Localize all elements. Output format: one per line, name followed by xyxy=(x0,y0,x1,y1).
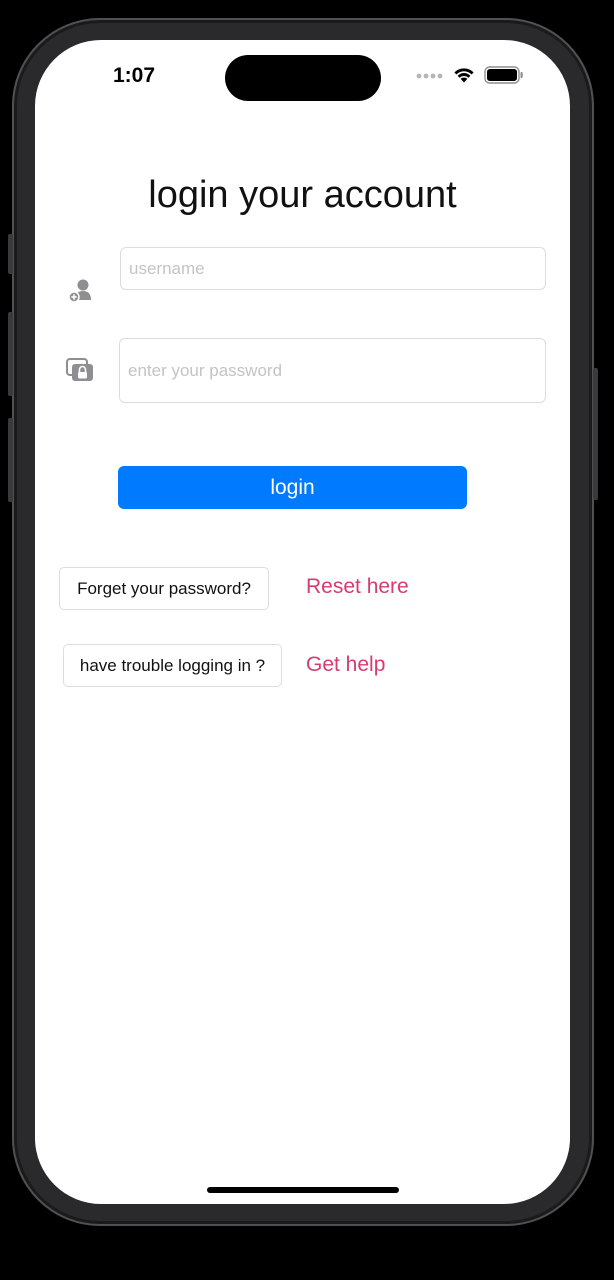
signal-icon xyxy=(416,73,443,79)
battery-icon xyxy=(484,66,523,84)
login-button[interactable]: login xyxy=(118,466,467,509)
lock-icon xyxy=(66,358,93,381)
password-input[interactable] xyxy=(119,338,546,403)
volume-down-button xyxy=(8,418,13,502)
screen: 1:07 login your account login F xyxy=(35,40,570,1204)
power-button xyxy=(593,368,598,500)
username-input[interactable] xyxy=(120,247,546,290)
home-indicator xyxy=(207,1187,399,1193)
status-time: 1:07 xyxy=(113,64,156,87)
status-icons xyxy=(416,66,524,84)
silent-switch xyxy=(8,234,13,274)
dynamic-island xyxy=(225,55,381,101)
person-add-icon xyxy=(68,279,91,303)
volume-up-button xyxy=(8,312,13,396)
get-help-link[interactable]: Get help xyxy=(306,653,385,677)
page-title: login your account xyxy=(148,174,457,216)
forgot-password-label: Forget your password? xyxy=(59,567,269,610)
wifi-icon xyxy=(454,68,474,83)
reset-password-link[interactable]: Reset here xyxy=(306,575,409,599)
trouble-login-label: have trouble logging in ? xyxy=(63,644,282,687)
